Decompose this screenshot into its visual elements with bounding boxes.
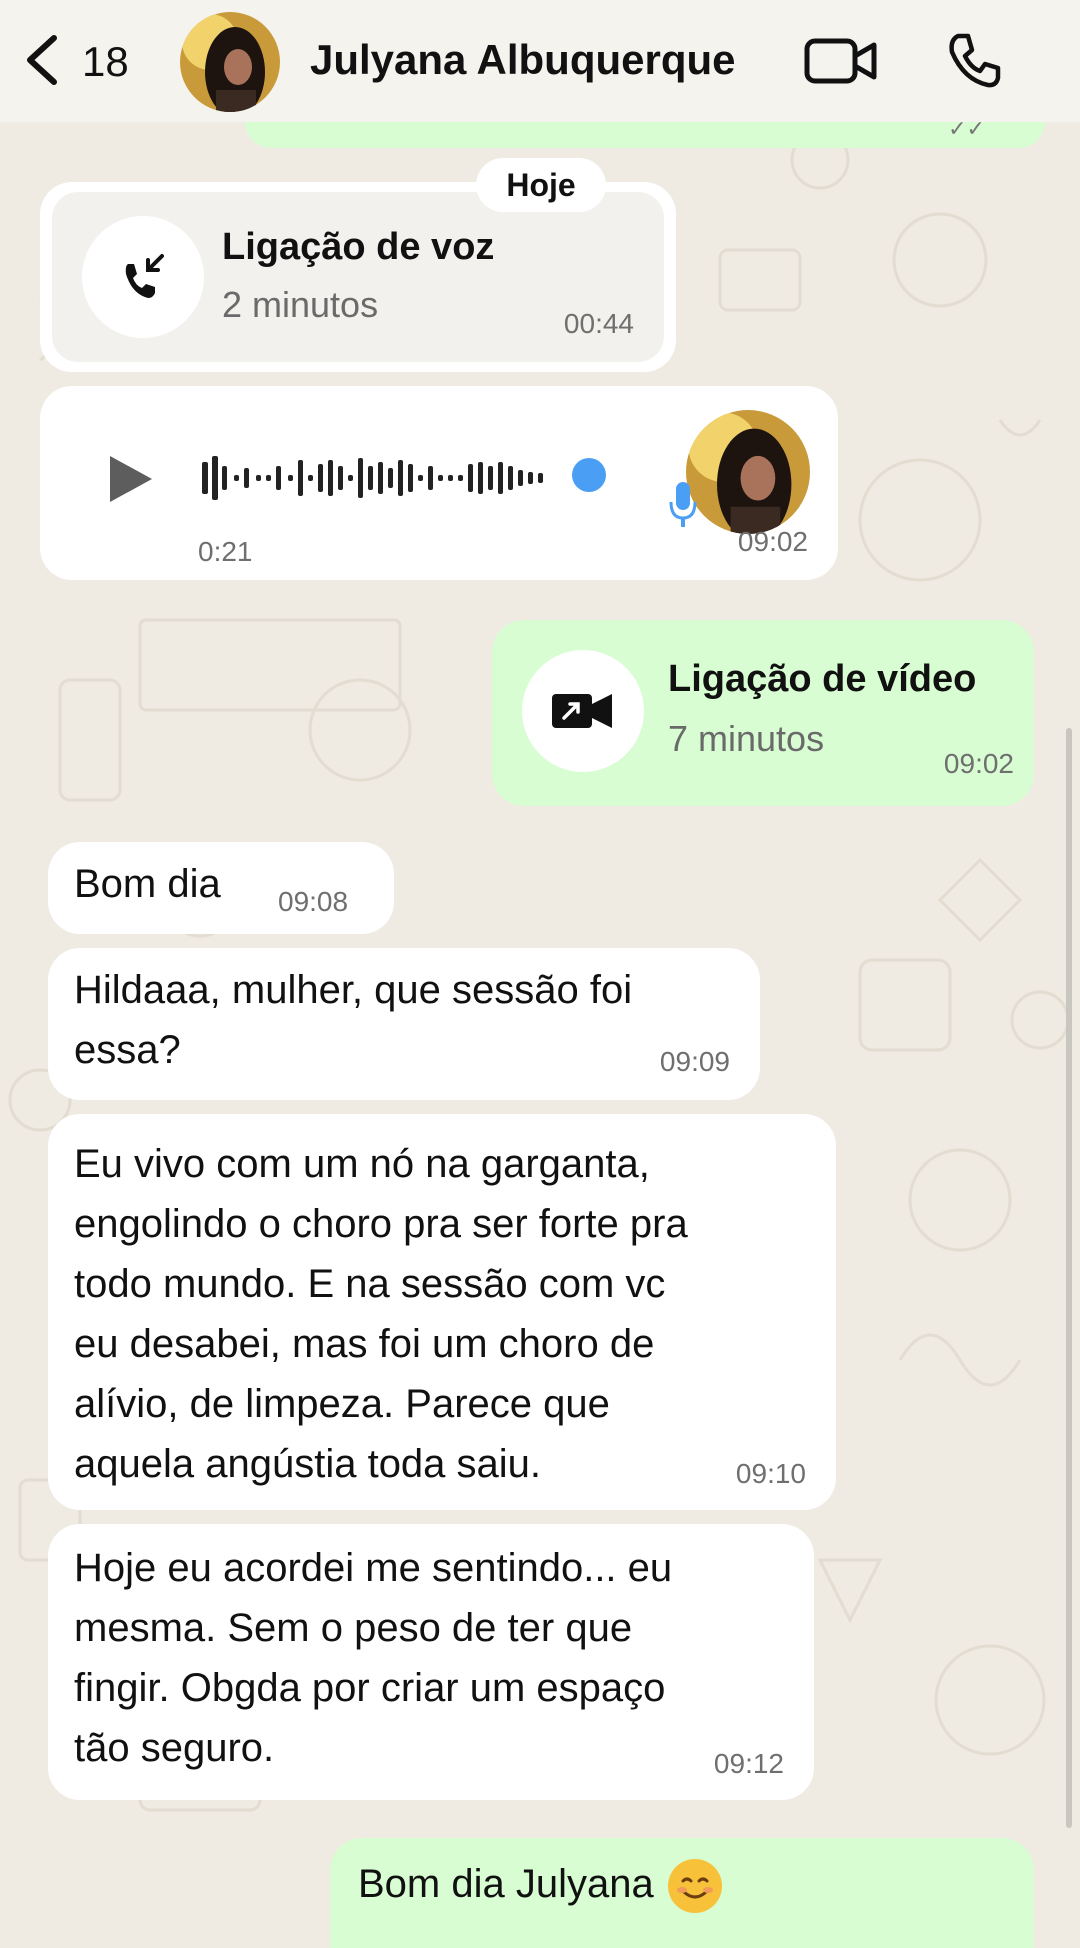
message-text-line: Eu vivo com um nó na garganta, bbox=[74, 1142, 650, 1186]
message-time: 09:12 bbox=[713, 1748, 784, 1779]
message-time: 09:08 bbox=[278, 886, 349, 917]
play-icon[interactable] bbox=[106, 452, 156, 506]
audio-progress-handle[interactable] bbox=[572, 458, 606, 492]
message-time: 09:02 bbox=[737, 526, 808, 557]
message-text-line: Hoje eu acordei me sentindo... eu bbox=[74, 1546, 673, 1590]
contact-name[interactable]: Julyana Albuquerque bbox=[310, 36, 736, 84]
avatar-image bbox=[180, 12, 280, 112]
call-title: Ligação de voz bbox=[222, 226, 495, 268]
microphone-icon bbox=[669, 482, 697, 527]
sender-avatar bbox=[686, 410, 810, 534]
avatar-image bbox=[686, 410, 810, 534]
audio-duration: 0:21 bbox=[198, 536, 253, 567]
back-chevron-icon[interactable] bbox=[22, 32, 62, 88]
message-text-line: essa? bbox=[74, 1028, 181, 1072]
voice-call-card[interactable]: Ligação de voz 2 minutos 00:44 bbox=[52, 192, 664, 362]
message-text-line: todo mundo. E na sessão com vc bbox=[74, 1262, 666, 1306]
message-time: 09:02 bbox=[943, 748, 1014, 779]
call-icon-circle bbox=[522, 650, 644, 772]
message-text-line: aquela angústia toda saiu. bbox=[74, 1442, 542, 1486]
voice-note-message[interactable]: 0:21 09:02 bbox=[40, 386, 838, 580]
message-bubble[interactable]: Bom dia 09:08 bbox=[48, 842, 394, 934]
date-separator: Hoje bbox=[476, 158, 606, 212]
chat-header: 18 Julyana Albuquerque bbox=[0, 0, 1080, 122]
call-duration: 2 minutos bbox=[222, 284, 379, 325]
scrollbar[interactable] bbox=[1066, 728, 1072, 1828]
incoming-call-icon bbox=[125, 254, 164, 298]
message-text-line: eu desabei, mas foi um choro de bbox=[74, 1322, 655, 1366]
smiling-face-emoji-icon bbox=[667, 1859, 722, 1914]
video-camera-icon[interactable] bbox=[804, 36, 878, 86]
call-duration: 7 minutos bbox=[668, 718, 825, 759]
call-icon-circle bbox=[82, 216, 204, 338]
message-text-line: fingir. Obgda por criar um espaço bbox=[74, 1666, 666, 1710]
message-bubble[interactable]: Hoje eu acordei me sentindo... eu mesma.… bbox=[48, 1524, 814, 1800]
video-call-message[interactable]: Ligação de vídeo 7 minutos 09:02 bbox=[492, 620, 1034, 806]
message-bubble[interactable]: Eu vivo com um nó na garganta, engolindo… bbox=[48, 1114, 836, 1510]
message-text-line: Hildaaa, mulher, que sessão foi bbox=[74, 968, 633, 1012]
unread-count[interactable]: 18 bbox=[82, 38, 129, 86]
message-bubble[interactable]: Hildaaa, mulher, que sessão foi essa? 09… bbox=[48, 948, 760, 1100]
call-title: Ligação de vídeo bbox=[668, 658, 977, 700]
message-text-line: tão seguro. bbox=[74, 1726, 275, 1770]
message-text-line: alívio, de limpeza. Parece que bbox=[74, 1382, 610, 1426]
message-time: 09:09 bbox=[659, 1046, 730, 1077]
avatar[interactable] bbox=[180, 12, 280, 112]
audio-waveform[interactable] bbox=[202, 448, 562, 508]
outgoing-message-bubble[interactable]: Bom dia Julyana bbox=[330, 1838, 1034, 1948]
message-time: 00:44 bbox=[563, 308, 634, 339]
message-text-line: engolindo o choro pra ser forte pra bbox=[74, 1202, 688, 1246]
message-text: Bom dia Julyana bbox=[358, 1854, 722, 1915]
video-call-icon bbox=[552, 694, 612, 728]
message-text-line: mesma. Sem o peso de ter que bbox=[74, 1606, 633, 1650]
message-text: Bom dia bbox=[74, 862, 221, 906]
phone-icon[interactable] bbox=[944, 30, 1004, 90]
message-time: 09:10 bbox=[735, 1458, 806, 1489]
